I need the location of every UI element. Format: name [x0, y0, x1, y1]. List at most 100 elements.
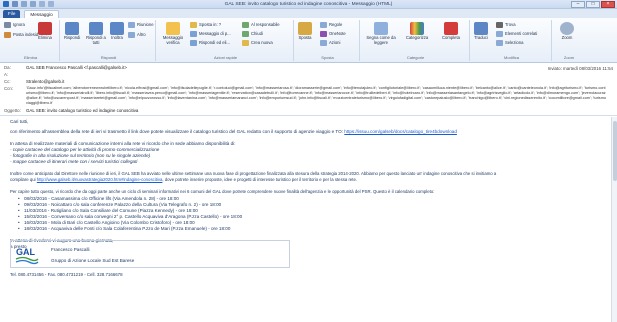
select-icon — [496, 40, 503, 46]
paragraph-catalog: con riferimento all'assemblea della rete… — [10, 129, 457, 134]
group-modifica: Traduci Trova Elementi correlati Selezio… — [472, 20, 552, 61]
quick-step-crea-nuova[interactable]: Crea nuova — [242, 40, 273, 46]
actions-button[interactable]: Azioni — [320, 40, 340, 46]
flag-icon — [444, 22, 458, 35]
delete-button[interactable]: Elimina — [38, 22, 52, 41]
ribbon: Ignora Posta indesid. Elimina Elimina Ri… — [0, 18, 617, 63]
mark-unread-button[interactable]: Segna come da leggere — [364, 22, 398, 45]
quick-step-messaggio-p[interactable]: Messaggio di p... — [190, 31, 231, 37]
meeting-button[interactable]: Riunione — [128, 22, 154, 28]
reply-all-icon — [89, 22, 103, 35]
category-icon — [410, 22, 424, 35]
forward-button[interactable]: Inoltra — [110, 22, 124, 41]
onenote-button[interactable]: OneNote — [320, 31, 346, 37]
message-body: Cari tutti, con riferimento all'assemble… — [0, 117, 617, 322]
quick-step-responsabile[interactable]: Al responsabile — [242, 22, 280, 28]
signature-name: Francesco Pascalli — [51, 247, 90, 252]
onenote-icon — [320, 31, 327, 37]
group-rispondi: Rispondi Rispondi a tutti Inoltra Riunio… — [62, 20, 156, 61]
scrollbar-thumb[interactable] — [613, 121, 617, 181]
materials-item: - mappe cartacee di itinerari mete con i… — [10, 159, 138, 164]
group-label: Sposta — [321, 55, 334, 60]
quick-step-sposta[interactable]: Sposta in: ? — [190, 22, 221, 28]
quick-step-rispondi-elimina[interactable]: Rispondi ed eli... — [190, 40, 230, 46]
vertical-scrollbar[interactable] — [611, 117, 617, 322]
junk-button[interactable]: Posta indesid. — [4, 32, 39, 38]
catalog-link[interactable]: https://issuu.com/galseb/docs/catalogo_t… — [344, 129, 457, 134]
follow-up-button[interactable]: Completa — [436, 22, 466, 41]
group-label: Categorie — [406, 55, 425, 60]
greeting: Cari tutti, — [10, 119, 29, 124]
move-folder-icon — [298, 22, 312, 35]
from-value[interactable]: GAL SEB Francesco Pascalli <f.pascalli@g… — [26, 65, 127, 71]
reply-all-button[interactable]: Rispondi a tutti — [84, 22, 108, 45]
window-controls: – □ × — [571, 1, 615, 8]
subject-value: GAL SEB: invito catalogo turistico ed in… — [26, 108, 139, 113]
rules-button[interactable]: Regole — [320, 22, 342, 28]
group-zoom: Zoom Zoom — [554, 20, 584, 61]
event-item: 11/03/2016 - Rutigliano c/o Sala Consili… — [18, 208, 198, 214]
zoom-button[interactable]: Zoom — [560, 22, 574, 41]
reply-icon — [65, 22, 80, 35]
quick-step-messaggio-verifica[interactable]: Messaggio verifica — [160, 22, 186, 45]
tab-file[interactable]: File — [3, 10, 21, 18]
materials-item: - fotografie in alta risoluzione sul ter… — [10, 153, 151, 158]
paragraph-seminars: Per capire tutto questo, vi ricordo che … — [10, 189, 435, 194]
ignore-icon — [4, 22, 11, 28]
select-button[interactable]: Seleziona — [496, 40, 523, 46]
group-label: Zoom — [563, 55, 575, 60]
rules-icon — [320, 22, 327, 28]
folder-move-icon — [190, 22, 197, 28]
ignore-button[interactable]: Ignora — [4, 22, 25, 28]
envelope-icon — [374, 22, 388, 35]
related-button[interactable]: Elementi correlati — [496, 31, 537, 37]
materials-item: - copie cartacee del catalogo per le att… — [10, 147, 160, 152]
group-label: Rispondi — [100, 55, 117, 60]
title-bar: GAL SEB: invito catalogo turistico ed in… — [0, 0, 617, 9]
categorize-button[interactable]: Categorizza — [402, 22, 432, 41]
event-item: 09/03/2016 - Noicattaro c/o sala confere… — [18, 202, 221, 208]
find-button[interactable]: Trova — [496, 22, 516, 28]
signature-block: GAL Francesco Pascalli Gruppo di Azione … — [10, 240, 290, 268]
reply-button[interactable]: Rispondi — [64, 22, 80, 41]
group-categorie: Segna come da leggere Categorizza Comple… — [362, 20, 470, 61]
translate-button[interactable]: Traduci — [474, 22, 488, 41]
message-header: Inviato: martedì 08/03/2016 11:54 Da: GA… — [0, 64, 617, 116]
from-row: Da: GAL SEB Francesco Pascalli <f.pascal… — [4, 65, 127, 71]
calendar-icon — [128, 22, 135, 28]
group-elimina: Ignora Posta indesid. Elimina Elimina — [2, 20, 60, 61]
signature-organization: Gruppo di Azione Locale Sud Est Barese — [51, 258, 135, 263]
cc-value[interactable]: Stralento@galseb.it — [26, 79, 64, 85]
more-reply-button[interactable]: Altro — [128, 32, 146, 38]
paragraph-survey-line2: compilare qui http://www.galseb.it/nuova… — [10, 177, 358, 182]
more-icon — [128, 32, 135, 38]
signature-contacts: Tel. 080.4731456 - Fax. 080.4731219 - Ce… — [10, 272, 123, 277]
group-label: Elimina — [23, 55, 38, 60]
event-item: 15/03/2016 - Conversano c/o sala convegn… — [18, 214, 242, 220]
paragraph-survey-line1: Inoltre come anticipato dal Direttore ne… — [10, 171, 497, 176]
maximize-button[interactable]: □ — [586, 1, 600, 8]
gal-logo-icon: GAL — [15, 247, 39, 265]
subject-row: Oggetto: GAL SEB: invito catalogo turist… — [4, 108, 139, 113]
gal-logo-text: GAL — [16, 247, 36, 257]
mail-icon — [190, 31, 197, 37]
minimize-button[interactable]: – — [571, 1, 585, 8]
tab-messaggio[interactable]: Messaggio — [24, 10, 59, 18]
forward-icon — [110, 22, 124, 35]
delete-icon — [38, 22, 52, 35]
move-button[interactable]: Sposta — [298, 22, 312, 41]
group-sposta: Sposta Regole OneNote Azioni Sposta — [296, 20, 360, 61]
magnifier-icon — [560, 22, 574, 35]
event-item: 18/03/2016 - Acquaviva delle Fonti c/o S… — [18, 226, 230, 232]
survey-link[interactable]: http://www.galseb.it/nuovastrategia2020.… — [37, 177, 163, 182]
junk-icon — [4, 32, 11, 38]
group-quick-steps: Messaggio verifica Sposta in: ? Messaggi… — [158, 20, 294, 61]
event-item: 08/03/2016 - Casamassima c/o Officine li… — [18, 196, 179, 202]
quick-step-chiudi[interactable]: Chiudi — [242, 31, 263, 37]
manager-icon — [242, 22, 249, 28]
group-label: Modifica — [504, 55, 519, 60]
bcc-label-row: Ccn: — [4, 86, 14, 91]
bcc-value[interactable]: 'Gauz.info'@tiscalinet.com; 'alberotorre… — [26, 86, 606, 106]
translate-icon — [474, 22, 488, 35]
close-button[interactable]: × — [601, 1, 615, 8]
